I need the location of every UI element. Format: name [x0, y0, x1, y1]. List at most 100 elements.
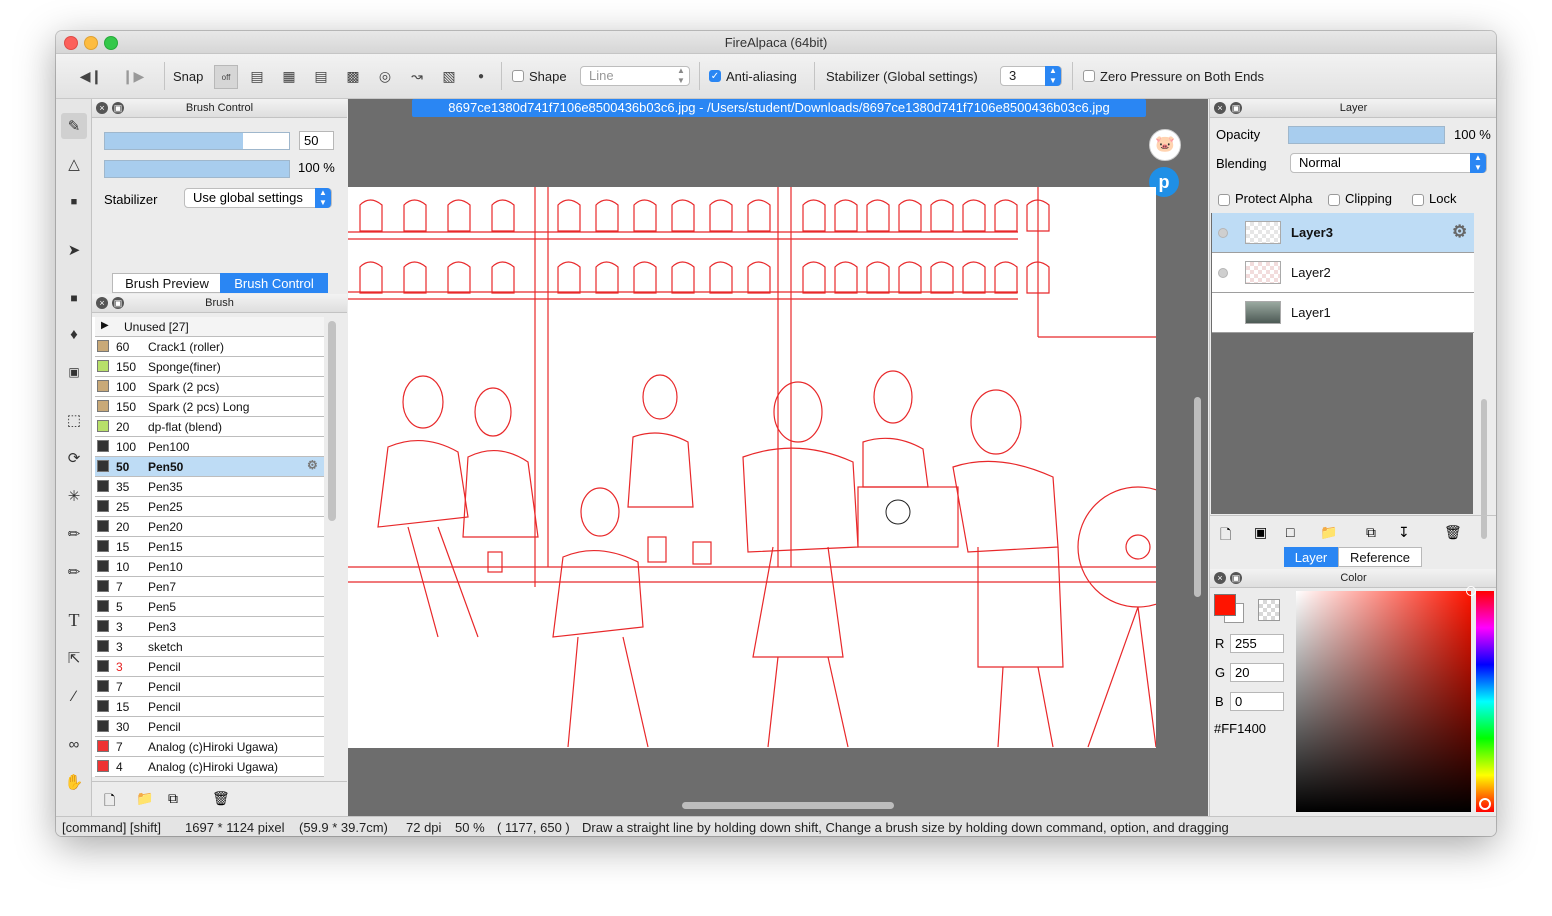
- protect-alpha-toggle[interactable]: Protect Alpha: [1218, 191, 1312, 206]
- dot-tool-icon[interactable]: ■: [61, 189, 87, 215]
- detach-icon[interactable]: ▣: [112, 102, 124, 114]
- zero-pressure-toggle[interactable]: Zero Pressure on Both Ends: [1083, 54, 1264, 98]
- snap-dot-icon[interactable]: ●: [470, 65, 492, 87]
- brush-item[interactable]: 100 Pen100: [95, 437, 324, 457]
- brush-group-row[interactable]: ▶ Unused [27]: [95, 317, 324, 337]
- brush-item[interactable]: 7 Pen7: [95, 577, 324, 597]
- alpaca-logo-icon[interactable]: 🐷: [1149, 129, 1181, 161]
- snap-grid-icon[interactable]: ▦: [278, 65, 300, 87]
- tab-layer[interactable]: Layer: [1284, 547, 1338, 567]
- brush-item[interactable]: 15 Pen15: [95, 537, 324, 557]
- merge-down-icon[interactable]: ↧: [1398, 524, 1410, 541]
- brush-item[interactable]: 3 Pencil: [95, 657, 324, 677]
- brush-item[interactable]: 150 Spark (2 pcs) Long: [95, 397, 324, 417]
- brush-item[interactable]: 30 Pencil: [95, 717, 324, 737]
- stabilizer-select[interactable]: 3 ▲ ▼: [1000, 66, 1062, 86]
- close-icon[interactable]: ×: [1214, 102, 1226, 114]
- brush-item[interactable]: 3 Pen3: [95, 617, 324, 637]
- detach-icon[interactable]: ▣: [1230, 572, 1242, 584]
- brush-item[interactable]: 20 dp-flat (blend): [95, 417, 324, 437]
- brush-list-scrollbar[interactable]: [328, 321, 336, 521]
- saturation-value-picker[interactable]: [1296, 586, 1476, 812]
- red-field[interactable]: 255: [1230, 634, 1284, 653]
- pen-tool-icon[interactable]: ✎: [61, 113, 87, 139]
- brush-item[interactable]: 15 Pencil: [95, 697, 324, 717]
- snap-3d-icon[interactable]: ▧: [438, 65, 460, 87]
- layer-row[interactable]: Layer2: [1212, 253, 1474, 293]
- blending-select[interactable]: Normal ▲ ▼: [1290, 153, 1487, 173]
- brush-size-slider[interactable]: [104, 132, 290, 150]
- disclosure-triangle-icon[interactable]: ▶: [101, 320, 109, 331]
- color-picker-handle[interactable]: [1466, 586, 1476, 596]
- snap-off-button[interactable]: off: [214, 65, 238, 89]
- shape-toggle[interactable]: Shape: [512, 54, 567, 98]
- clipping-toggle[interactable]: Clipping: [1328, 191, 1392, 206]
- text-tool-icon[interactable]: T: [61, 607, 87, 633]
- blue-field[interactable]: 0: [1230, 692, 1284, 711]
- snap-curve-icon[interactable]: ↝: [406, 65, 428, 87]
- tab-brush-preview[interactable]: Brush Preview: [112, 273, 222, 293]
- transparent-color-swatch[interactable]: [1258, 599, 1280, 621]
- move-tool-icon[interactable]: ➤: [61, 237, 87, 263]
- primary-color-swatch[interactable]: [1214, 594, 1236, 616]
- brush-item[interactable]: 60 Crack1 (roller): [95, 337, 324, 357]
- tab-reference[interactable]: Reference: [1338, 547, 1422, 567]
- antialias-checkbox[interactable]: ✓: [709, 70, 721, 82]
- brush-item[interactable]: 3 sketch: [95, 637, 324, 657]
- detach-icon[interactable]: ▣: [112, 297, 124, 309]
- duplicate-icon[interactable]: ⧉: [168, 790, 178, 807]
- eraser-tool-icon[interactable]: △: [61, 151, 87, 177]
- lock-checkbox[interactable]: [1412, 193, 1424, 206]
- select-pen-tool-icon[interactable]: ✏: [61, 521, 87, 547]
- new-8bit-layer-icon[interactable]: ▣: [1254, 524, 1267, 541]
- close-icon[interactable]: ×: [1214, 572, 1226, 584]
- snap-crisscross-icon[interactable]: ▤: [310, 65, 332, 87]
- brush-opacity-slider[interactable]: [104, 160, 290, 178]
- folder-icon[interactable]: 📁: [1320, 524, 1337, 541]
- drawing-canvas[interactable]: [348, 187, 1156, 748]
- folder-icon[interactable]: 📁: [136, 790, 153, 807]
- document-tab[interactable]: 8697ce1380d741f7106e8500436b03c6.jpg - /…: [412, 99, 1146, 117]
- magic-wand-tool-icon[interactable]: ✳: [61, 483, 87, 509]
- layer-row[interactable]: Layer3 ⚙: [1212, 213, 1474, 253]
- select-eraser-tool-icon[interactable]: ✏: [61, 559, 87, 585]
- lasso-tool-icon[interactable]: ⟳: [61, 445, 87, 471]
- hue-slider-handle[interactable]: [1479, 798, 1491, 810]
- shape-select[interactable]: Line ▲ ▼: [580, 66, 690, 86]
- antialias-toggle[interactable]: ✓ Anti-aliasing: [709, 54, 797, 98]
- trash-icon[interactable]: 🗑: [1444, 524, 1462, 541]
- detach-icon[interactable]: ▣: [1230, 102, 1242, 114]
- layer-opacity-slider[interactable]: [1288, 126, 1445, 144]
- shape-checkbox[interactable]: [512, 70, 524, 82]
- hand-tool-icon[interactable]: ✋: [61, 769, 87, 795]
- new-brush-icon[interactable]: 🗋: [104, 790, 115, 814]
- duplicate-layer-icon[interactable]: ⧉: [1366, 524, 1376, 541]
- brush-stabilizer-select[interactable]: Use global settings ▲ ▼: [184, 188, 332, 208]
- new-1bit-layer-icon[interactable]: □: [1286, 524, 1294, 540]
- gear-icon[interactable]: ⚙: [1452, 222, 1467, 242]
- close-icon[interactable]: ×: [96, 297, 108, 309]
- brush-item[interactable]: 10 Pen10: [95, 557, 324, 577]
- operation-tool-icon[interactable]: ⇱: [61, 645, 87, 671]
- tab-brush-control[interactable]: Brush Control: [220, 273, 328, 293]
- hue-slider[interactable]: [1476, 591, 1494, 812]
- canvas-vscrollbar[interactable]: [1194, 397, 1201, 597]
- brush-item[interactable]: 20 Pen20: [95, 517, 324, 537]
- brush-item[interactable]: 7 Pencil: [95, 677, 324, 697]
- gradient-tool-icon[interactable]: ▣: [61, 359, 87, 385]
- clipping-checkbox[interactable]: [1328, 193, 1340, 206]
- select-tool-icon[interactable]: ⬚: [61, 407, 87, 433]
- protect-alpha-checkbox[interactable]: [1218, 193, 1230, 206]
- snap-parallel-icon[interactable]: ▤: [246, 65, 268, 87]
- layer-row[interactable]: Layer1: [1212, 293, 1474, 333]
- snap-circle-icon[interactable]: ◎: [374, 65, 396, 87]
- zero-pressure-checkbox[interactable]: [1083, 70, 1095, 82]
- canvas-hscrollbar[interactable]: [682, 802, 894, 809]
- visibility-icon[interactable]: [1218, 268, 1228, 278]
- green-field[interactable]: 20: [1230, 663, 1284, 682]
- brush-item[interactable]: 7 Analog (c)Hiroki Ugawa): [95, 737, 324, 757]
- brush-item[interactable]: 4 Analog (c)Hiroki Ugawa): [95, 757, 324, 777]
- fill-rect-tool-icon[interactable]: ■: [61, 285, 87, 311]
- new-layer-icon[interactable]: 🗋: [1220, 524, 1231, 548]
- redo-icon[interactable]: ❙▶: [122, 65, 145, 87]
